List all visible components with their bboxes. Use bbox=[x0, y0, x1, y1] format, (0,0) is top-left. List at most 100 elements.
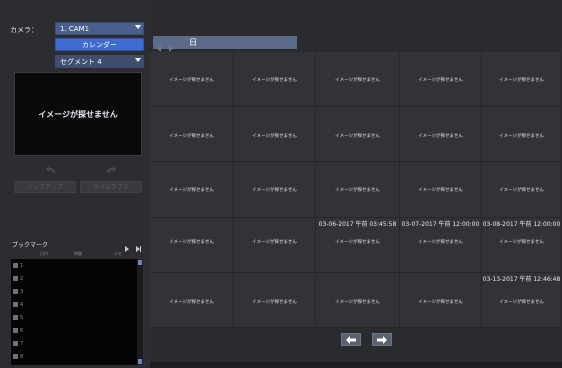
thumbnail-grid: イメージが探せません イメージが探せません イメージが探せません イメージが探せ… bbox=[150, 52, 562, 328]
undo-arrow-icon[interactable] bbox=[46, 160, 58, 173]
no-image-text: イメージが探せません bbox=[252, 78, 297, 83]
thumbnail-cell[interactable]: イメージが探せません bbox=[482, 52, 562, 107]
checkbox-icon[interactable] bbox=[13, 302, 18, 307]
no-image-text: イメージが探せません bbox=[499, 300, 544, 305]
bookmark-row[interactable]: 5 bbox=[13, 314, 23, 322]
no-image-text: イメージが探せません bbox=[418, 300, 463, 305]
thumbnail-cell[interactable]: イメージが探せません bbox=[400, 107, 482, 162]
backup-button[interactable]: バックアップ bbox=[14, 181, 76, 193]
timelapse-button[interactable]: タイムラプス bbox=[80, 181, 142, 193]
thumbnail-cell[interactable]: 03-07-2017 午前 12:00:00 イメージが探せません bbox=[400, 218, 482, 273]
thumbnail-timestamp: 03-06-2017 午前 03:45:58 bbox=[318, 221, 397, 228]
thumbnail-cell[interactable]: イメージが探せません bbox=[150, 218, 234, 273]
chevron-down-icon bbox=[135, 25, 141, 29]
no-image-text: イメージが探せません bbox=[418, 78, 463, 83]
no-image-text: イメージが探せません bbox=[499, 134, 544, 139]
thumbnail-cell[interactable]: イメージが探せません bbox=[400, 273, 482, 328]
checkbox-icon[interactable] bbox=[13, 354, 18, 359]
bookmark-header-time: 時間 bbox=[74, 251, 82, 256]
thumbnail-timestamp: 03-07-2017 午前 12:00:00 bbox=[401, 221, 480, 228]
thumbnail-cell[interactable]: イメージが探せません bbox=[150, 162, 234, 218]
no-image-text: イメージが探せません bbox=[252, 188, 297, 193]
bookmark-next-icon[interactable] bbox=[134, 238, 142, 252]
segment-select-value: セグメント 4 bbox=[60, 58, 102, 66]
bookmark-scrollbar[interactable] bbox=[137, 259, 143, 365]
no-image-text: イメージが探せません bbox=[499, 78, 544, 83]
checkbox-icon[interactable] bbox=[13, 289, 18, 294]
arrow-right-icon bbox=[377, 336, 387, 344]
thumbnail-cell[interactable]: 03-08-2017 午前 12:00:00 イメージが探せません bbox=[482, 218, 562, 273]
bookmark-header-date: 日付 bbox=[40, 251, 48, 256]
thumbnail-cell[interactable]: イメージが探せません bbox=[234, 52, 316, 107]
chevron-down-icon bbox=[135, 58, 141, 62]
no-image-text: イメージが探せません bbox=[169, 240, 214, 245]
redo-arrow-icon[interactable] bbox=[104, 160, 116, 173]
arrow-left-icon bbox=[346, 336, 356, 344]
checkbox-icon[interactable] bbox=[13, 341, 18, 346]
thumbnail-cell[interactable]: イメージが探せません bbox=[316, 273, 400, 328]
thumbnail-timestamp: 03-08-2017 午前 12:00:00 bbox=[482, 221, 561, 228]
scroll-up-icon[interactable] bbox=[138, 260, 142, 265]
scroll-down-icon[interactable] bbox=[138, 359, 142, 364]
no-image-text: イメージが探せません bbox=[335, 300, 380, 305]
thumbnail-cell[interactable]: イメージが探せません bbox=[150, 273, 234, 328]
thumbnail-cell[interactable]: 03-13-2017 午前 12:46:48 イメージが探せません bbox=[482, 273, 562, 328]
bookmark-label: ブックマーク bbox=[12, 242, 49, 249]
bookmark-row[interactable]: 1 bbox=[13, 262, 23, 270]
thumbnail-cell[interactable]: イメージが探せません bbox=[234, 218, 316, 273]
preview-no-image-text: イメージが探せません bbox=[38, 109, 118, 119]
thumbnail-cell[interactable]: イメージが探せません bbox=[316, 107, 400, 162]
thumbnail-cell[interactable]: イメージが探せません bbox=[150, 107, 234, 162]
bookmark-row[interactable]: 3 bbox=[13, 288, 23, 296]
calendar-button[interactable]: カレンダー bbox=[55, 38, 144, 51]
thumbnail-cell[interactable]: イメージが探せません bbox=[482, 162, 562, 218]
thumbnail-cell[interactable]: イメージが探せません bbox=[150, 52, 234, 107]
thumbnail-cell[interactable]: イメージが探せません bbox=[316, 162, 400, 218]
thumbnail-cell[interactable]: イメージが探せません bbox=[482, 107, 562, 162]
view-mode-label[interactable]: 日 bbox=[189, 37, 197, 48]
bookmark-row[interactable]: 4 bbox=[13, 301, 23, 309]
no-image-text: イメージが探せません bbox=[252, 240, 297, 245]
preview-window: イメージが探せません bbox=[14, 72, 142, 156]
no-image-text: イメージが探せません bbox=[169, 300, 214, 305]
thumbnail-cell[interactable]: イメージが探せません bbox=[400, 162, 482, 218]
no-image-text: イメージが探せません bbox=[335, 78, 380, 83]
no-image-text: イメージが探せません bbox=[169, 188, 214, 193]
no-image-text: イメージが探せません bbox=[335, 240, 380, 245]
no-image-text: イメージが探せません bbox=[252, 300, 297, 305]
camera-select[interactable]: 1. CAM1 bbox=[55, 22, 144, 35]
thumbnail-cell[interactable]: イメージが探せません bbox=[316, 52, 400, 107]
no-image-text: イメージが探せません bbox=[169, 78, 214, 83]
bookmark-row[interactable]: 2 bbox=[13, 275, 23, 283]
segment-select[interactable]: セグメント 4 bbox=[55, 55, 144, 68]
bookmark-row[interactable]: 8 bbox=[13, 353, 23, 361]
thumbnail-cell[interactable]: イメージが探せません bbox=[234, 162, 316, 218]
thumbnail-cell[interactable]: イメージが探せません bbox=[234, 273, 316, 328]
bookmark-row[interactable]: 7 bbox=[13, 340, 23, 348]
bar-prev-icon[interactable] bbox=[155, 38, 163, 52]
thumbnail-cell[interactable]: イメージが探せません bbox=[234, 107, 316, 162]
bottom-strip bbox=[150, 362, 562, 368]
thumbnail-cell[interactable]: 03-06-2017 午前 03:45:58 イメージが探せません bbox=[316, 218, 400, 273]
bookmark-list[interactable]: 1 2 3 4 5 6 7 8 bbox=[10, 258, 144, 366]
bar-next-icon[interactable] bbox=[167, 38, 175, 52]
next-page-button[interactable] bbox=[372, 333, 392, 346]
no-image-text: イメージが探せません bbox=[499, 240, 544, 245]
prev-page-button[interactable] bbox=[341, 333, 361, 346]
bookmark-prev-icon[interactable] bbox=[123, 238, 131, 252]
checkbox-icon[interactable] bbox=[13, 328, 18, 333]
no-image-text: イメージが探せません bbox=[418, 240, 463, 245]
no-image-text: イメージが探せません bbox=[418, 134, 463, 139]
camera-select-value: 1. CAM1 bbox=[60, 25, 90, 33]
no-image-text: イメージが探せません bbox=[418, 188, 463, 193]
checkbox-icon[interactable] bbox=[13, 276, 18, 281]
checkbox-icon[interactable] bbox=[13, 263, 18, 268]
no-image-text: イメージが探せません bbox=[499, 188, 544, 193]
no-image-text: イメージが探せません bbox=[169, 134, 214, 139]
checkbox-icon[interactable] bbox=[13, 315, 18, 320]
bookmark-row[interactable]: 6 bbox=[13, 327, 23, 335]
bookmark-header-memo: メモ bbox=[114, 251, 122, 256]
thumbnail-timestamp: 03-13-2017 午前 12:46:48 bbox=[482, 276, 561, 283]
thumbnail-cell[interactable]: イメージが探せません bbox=[400, 52, 482, 107]
no-image-text: イメージが探せません bbox=[335, 134, 380, 139]
